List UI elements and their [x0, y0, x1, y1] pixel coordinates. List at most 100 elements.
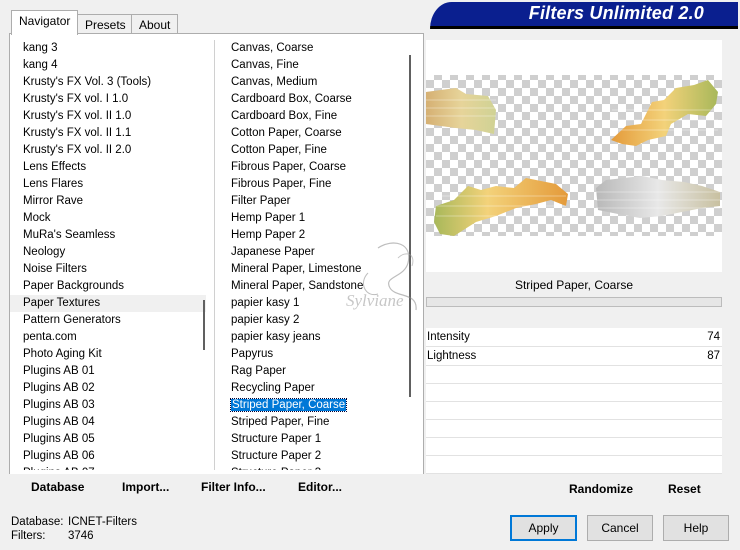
- preview-artwork: [426, 80, 720, 236]
- list-item-label: Krusty's FX vol. II 1.1: [23, 127, 132, 139]
- list-item[interactable]: Structure Paper 3: [218, 465, 414, 470]
- list-item[interactable]: MuRa's Seamless: [10, 227, 206, 244]
- cancel-button[interactable]: Cancel: [587, 515, 653, 541]
- list-item[interactable]: Striped Paper, Fine: [218, 414, 414, 431]
- list-item[interactable]: Plugins AB 03: [10, 397, 206, 414]
- list-item-label: Structure Paper 3: [231, 467, 321, 470]
- list-item[interactable]: kang 3: [10, 40, 206, 57]
- list-item[interactable]: Plugins AB 05: [10, 431, 206, 448]
- import-button[interactable]: Import...: [122, 480, 169, 494]
- list-item[interactable]: Cardboard Box, Coarse: [218, 91, 414, 108]
- list-item[interactable]: Cotton Paper, Coarse: [218, 125, 414, 142]
- list-item-label: Plugins AB 05: [23, 433, 95, 445]
- list-item[interactable]: Plugins AB 01: [10, 363, 206, 380]
- list-item[interactable]: Noise Filters: [10, 261, 206, 278]
- list-item[interactable]: Neology: [10, 244, 206, 261]
- list-item[interactable]: Structure Paper 1: [218, 431, 414, 448]
- tab-navigator[interactable]: Navigator: [11, 10, 79, 35]
- list-item[interactable]: Fibrous Paper, Coarse: [218, 159, 414, 176]
- list-item-label: Cardboard Box, Coarse: [231, 93, 352, 105]
- param-intensity[interactable]: Intensity 74: [426, 328, 722, 347]
- list-item[interactable]: Plugins AB 06: [10, 448, 206, 465]
- list-item[interactable]: Mineral Paper, Sandstone: [218, 278, 414, 295]
- filter-list[interactable]: Canvas, Coarse Canvas, Fine Canvas, Medium…: [218, 40, 414, 470]
- list-item[interactable]: Krusty's FX vol. II 2.0: [10, 142, 206, 159]
- list-item[interactable]: papier kasy 2: [218, 312, 414, 329]
- list-item[interactable]: Krusty's FX Vol. 3 (Tools): [10, 74, 206, 91]
- list-item-label: Krusty's FX vol. II 2.0: [23, 144, 132, 156]
- list-item[interactable]: Plugins AB 04: [10, 414, 206, 431]
- reset-button[interactable]: Reset: [668, 482, 701, 496]
- editor-button[interactable]: Editor...: [298, 480, 342, 494]
- list-item[interactable]: penta.com: [10, 329, 206, 346]
- list-item[interactable]: Hemp Paper 1: [218, 210, 414, 227]
- list-item[interactable]: Plugins AB 07: [10, 465, 206, 470]
- param-slot: [426, 384, 722, 402]
- list-item-label: Canvas, Medium: [231, 76, 318, 88]
- list-item[interactable]: Fibrous Paper, Fine: [218, 176, 414, 193]
- list-item[interactable]: Cotton Paper, Fine: [218, 142, 414, 159]
- list-item-label: Papyrus: [231, 348, 274, 360]
- list-item-label: Pattern Generators: [23, 314, 121, 326]
- category-scrollbar[interactable]: [203, 300, 205, 350]
- list-item[interactable]: Plugins AB 02: [10, 380, 206, 397]
- list-item[interactable]: Canvas, Medium: [218, 74, 414, 91]
- list-item[interactable]: Pattern Generators: [10, 312, 206, 329]
- list-item[interactable]: Krusty's FX vol. II 1.1: [10, 125, 206, 142]
- list-item-label: penta.com: [23, 331, 77, 343]
- list-item-label: Lens Flares: [23, 178, 84, 190]
- list-item-label: Cotton Paper, Fine: [231, 144, 327, 156]
- progress-bar: [426, 297, 722, 307]
- list-item-label: Plugins AB 03: [23, 399, 95, 411]
- list-item-label: Striped Paper, Fine: [231, 416, 330, 428]
- list-item[interactable]: Photo Aging Kit: [10, 346, 206, 363]
- list-item[interactable]: Paper Backgrounds: [10, 278, 206, 295]
- tab-about[interactable]: About: [131, 14, 179, 34]
- list-item[interactable]: Krusty's FX vol. I 1.0: [10, 91, 206, 108]
- texture-shape: [611, 80, 718, 146]
- list-item[interactable]: Canvas, Coarse: [218, 40, 414, 57]
- list-item-label: Structure Paper 2: [231, 450, 322, 462]
- list-item[interactable]: Filter Paper: [218, 193, 414, 210]
- status-filters-value: 3746: [68, 530, 94, 542]
- tab-label: Presets: [85, 18, 126, 32]
- list-item[interactable]: papier kasy jeans: [218, 329, 414, 346]
- list-item[interactable]: Hemp Paper 2: [218, 227, 414, 244]
- param-value: 74: [707, 331, 720, 343]
- filter-info-button[interactable]: Filter Info...: [201, 480, 266, 494]
- list-item-label: Paper Textures: [23, 297, 101, 309]
- list-item[interactable]: Mineral Paper, Limestone: [218, 261, 414, 278]
- list-item[interactable]: Papyrus: [218, 346, 414, 363]
- param-lightness[interactable]: Lightness 87: [426, 347, 722, 366]
- randomize-button[interactable]: Randomize: [569, 482, 633, 496]
- list-item[interactable]: papier kasy 1: [218, 295, 414, 312]
- list-item-label: kang 3: [23, 42, 58, 54]
- status-database-label: Database:: [11, 516, 64, 528]
- list-item[interactable]: Canvas, Fine: [218, 57, 414, 74]
- filter-scrollbar[interactable]: [409, 55, 411, 397]
- list-item[interactable]: Krusty's FX vol. II 1.0: [10, 108, 206, 125]
- list-item-label: Plugins AB 06: [23, 450, 95, 462]
- list-item-label: Mock: [23, 212, 51, 224]
- help-button[interactable]: Help: [663, 515, 729, 541]
- tab-label: Navigator: [19, 14, 71, 28]
- list-item[interactable]: kang 4: [10, 57, 206, 74]
- list-item[interactable]: Lens Effects: [10, 159, 206, 176]
- list-item-label: Hemp Paper 2: [231, 229, 306, 241]
- list-item[interactable]: Striped Paper, Coarse: [218, 397, 414, 414]
- list-item[interactable]: Mirror Rave: [10, 193, 206, 210]
- list-item[interactable]: Structure Paper 2: [218, 448, 414, 465]
- list-item-label: Rag Paper: [231, 365, 286, 377]
- list-item[interactable]: Paper Textures: [10, 295, 206, 312]
- list-item[interactable]: Japanese Paper: [218, 244, 414, 261]
- list-item[interactable]: Cardboard Box, Fine: [218, 108, 414, 125]
- list-item[interactable]: Rag Paper: [218, 363, 414, 380]
- apply-button[interactable]: Apply: [510, 515, 577, 541]
- list-item[interactable]: Recycling Paper: [218, 380, 414, 397]
- database-button[interactable]: Database: [31, 480, 84, 494]
- list-item[interactable]: Mock: [10, 210, 206, 227]
- list-item[interactable]: Lens Flares: [10, 176, 206, 193]
- list-item-label: papier kasy jeans: [231, 331, 321, 343]
- category-list[interactable]: kang 3 kang 4 Krusty's FX Vol. 3 (Tools) Kr…: [10, 40, 206, 470]
- tab-presets[interactable]: Presets: [77, 14, 134, 34]
